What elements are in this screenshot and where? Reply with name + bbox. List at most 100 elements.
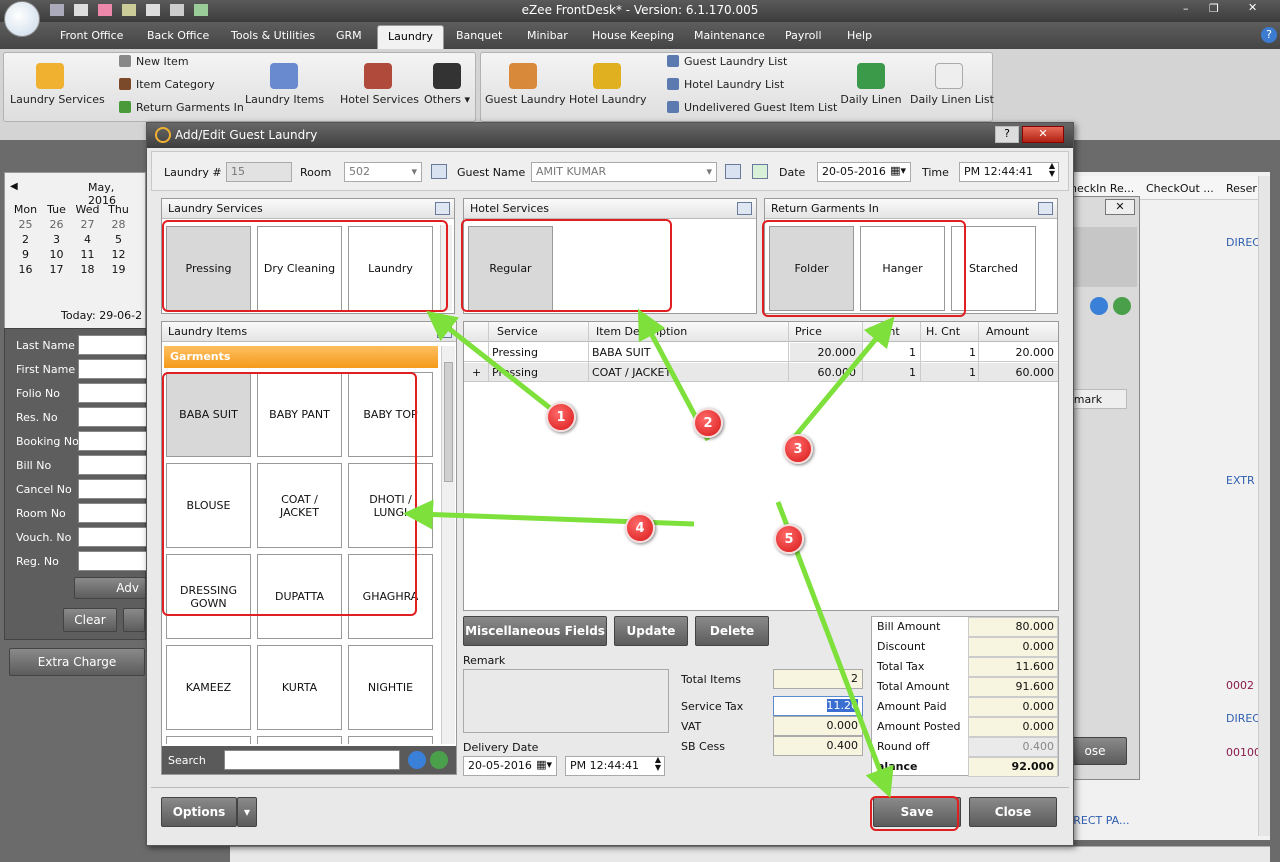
item-tile-dhoti-lungi[interactable]: DHOTI / LUNGI: [348, 463, 433, 548]
hotel-services-button[interactable]: Hotel Services: [340, 63, 419, 106]
return-tile-starched[interactable]: Starched: [951, 226, 1036, 311]
item-search-input[interactable]: [224, 750, 400, 770]
remark-textarea[interactable]: [463, 669, 669, 733]
item-tile-baby-top[interactable]: BABY TOP: [348, 372, 433, 457]
col-price[interactable]: Price: [795, 325, 822, 338]
miscellaneous-fields-button[interactable]: Miscellaneous Fields: [463, 616, 607, 646]
hotel-laundry-list-button[interactable]: Hotel Laundry List: [667, 78, 784, 91]
folio-no-input[interactable]: [78, 383, 148, 403]
clear-button[interactable]: Clear: [63, 608, 117, 632]
date-picker[interactable]: 20-05-2016 ▦▾: [817, 162, 911, 182]
item-tile[interactable]: [166, 736, 251, 744]
panel-config-icon[interactable]: [437, 325, 452, 338]
search-icon[interactable]: [408, 751, 426, 769]
calendar-day[interactable]: 12: [103, 248, 134, 261]
col-item-description[interactable]: Item Description: [596, 325, 687, 338]
background-refresh-icon[interactable]: [1113, 297, 1131, 315]
delete-button[interactable]: Delete: [695, 616, 769, 646]
panel-config-icon[interactable]: [1038, 202, 1053, 215]
item-tile[interactable]: [348, 736, 433, 744]
close-icon[interactable]: ✕: [1022, 126, 1064, 143]
undelivered-list-button[interactable]: Undelivered Guest Item List: [667, 101, 837, 114]
vouch-no-input[interactable]: [78, 527, 148, 547]
menu-back-office[interactable]: Back Office: [147, 29, 209, 42]
menu-minibar[interactable]: Minibar: [527, 29, 568, 42]
daily-linen-button[interactable]: Daily Linen: [840, 63, 902, 106]
calendar-day[interactable]: 18: [72, 263, 103, 276]
list-scrollbar[interactable]: [1258, 176, 1270, 836]
col-amount[interactable]: Amount: [986, 325, 1029, 338]
service-tile-pressing[interactable]: Pressing: [166, 226, 251, 311]
table-row[interactable]: Pressing BABA SUIT 20.000 1 1 20.000: [464, 343, 1058, 362]
menu-payroll[interactable]: Payroll: [785, 29, 822, 42]
col-h-cnt[interactable]: H. Cnt: [926, 325, 960, 338]
calendar-day[interactable]: 2: [10, 233, 41, 246]
return-tile-folder[interactable]: Folder: [769, 226, 854, 311]
reg-no-input[interactable]: [78, 551, 148, 571]
item-tile-baby-pant[interactable]: BABY PANT: [257, 372, 342, 457]
checkout-column[interactable]: CheckOut ...: [1146, 182, 1214, 195]
guest-lookup-icon[interactable]: [725, 164, 741, 179]
reservation-column[interactable]: Reser: [1226, 182, 1257, 195]
service-tax-input[interactable]: 11.20: [773, 696, 863, 716]
services-scrollbar[interactable]: [440, 225, 452, 311]
category-garments[interactable]: Garments: [164, 346, 438, 368]
item-tile-kurta[interactable]: KURTA: [257, 645, 342, 730]
calendar-day[interactable]: 17: [41, 263, 72, 276]
item-tile-coat-jacket[interactable]: COAT / JACKET: [257, 463, 342, 548]
item-tile-baba-suit[interactable]: BABA SUIT: [166, 372, 251, 457]
menu-tools[interactable]: Tools & Utilities: [231, 29, 315, 42]
menu-help[interactable]: Help: [847, 29, 872, 42]
booking-no-input[interactable]: [78, 431, 148, 451]
first-name-input[interactable]: [78, 359, 148, 379]
calendar-day[interactable]: 3: [41, 233, 72, 246]
service-tile-laundry[interactable]: Laundry: [348, 226, 433, 311]
service-tile-dry-cleaning[interactable]: Dry Cleaning: [257, 226, 342, 311]
item-tile-kameez[interactable]: KAMEEZ: [166, 645, 251, 730]
app-logo-icon[interactable]: [4, 1, 40, 37]
room-select[interactable]: 502 ▾: [344, 162, 422, 182]
items-scrollbar[interactable]: [441, 346, 455, 744]
col-count[interactable]: Count: [867, 325, 900, 338]
restore-icon[interactable]: ❐: [1209, 2, 1219, 15]
others-button[interactable]: Others ▾: [424, 63, 470, 106]
save-button[interactable]: Save: [873, 797, 961, 827]
advanced-search-button[interactable]: Adv: [74, 577, 146, 599]
table-row[interactable]: + Pressing COAT / JACKET 60.000 1 1 60.0…: [464, 363, 1058, 382]
panel-config-icon[interactable]: [435, 202, 450, 215]
item-category-button[interactable]: Item Category: [119, 78, 215, 91]
calendar-day[interactable]: 11: [72, 248, 103, 261]
options-dropdown[interactable]: ▾: [237, 797, 257, 827]
calendar-day[interactable]: 9: [10, 248, 41, 261]
background-search-icon[interactable]: [1090, 297, 1108, 315]
bill-no-input[interactable]: [78, 455, 148, 475]
col-service[interactable]: Service: [497, 325, 538, 338]
close-button[interactable]: Close: [969, 797, 1057, 827]
add-guest-icon[interactable]: [752, 164, 768, 179]
last-name-input[interactable]: [78, 335, 148, 355]
laundry-items-button[interactable]: Laundry Items: [245, 63, 324, 106]
calendar-day[interactable]: 5: [103, 233, 134, 246]
calendar-day[interactable]: 10: [41, 248, 72, 261]
minimize-icon[interactable]: –: [1183, 2, 1189, 15]
extra-charge-button[interactable]: Extra Charge: [9, 648, 145, 676]
update-button[interactable]: Update: [614, 616, 688, 646]
hotel-laundry-button[interactable]: Hotel Laundry: [569, 63, 646, 106]
item-tile-dupatta[interactable]: DUPATTA: [257, 554, 342, 639]
checkin-column[interactable]: heckIn Re...: [1070, 182, 1134, 195]
item-tile-nightie[interactable]: NIGHTIE: [348, 645, 433, 730]
menu-front-office[interactable]: Front Office: [60, 29, 123, 42]
new-item-button[interactable]: New Item: [119, 55, 189, 68]
help-icon[interactable]: ?: [995, 126, 1019, 143]
return-garments-button[interactable]: Return Garments In: [119, 101, 244, 114]
calendar-day[interactable]: 19: [103, 263, 134, 276]
guest-laundry-list-button[interactable]: Guest Laundry List: [667, 55, 787, 68]
menu-house-keeping[interactable]: House Keeping: [592, 29, 674, 42]
laundry-services-button[interactable]: Laundry Services: [10, 63, 105, 106]
item-tile-ghaghra[interactable]: GHAGHRA: [348, 554, 433, 639]
menu-banquet[interactable]: Banquet: [456, 29, 502, 42]
guest-laundry-button[interactable]: Guest Laundry: [485, 63, 566, 106]
refresh-icon[interactable]: [430, 751, 448, 769]
calendar-day[interactable]: 25: [10, 218, 41, 231]
calendar-day[interactable]: 4: [72, 233, 103, 246]
